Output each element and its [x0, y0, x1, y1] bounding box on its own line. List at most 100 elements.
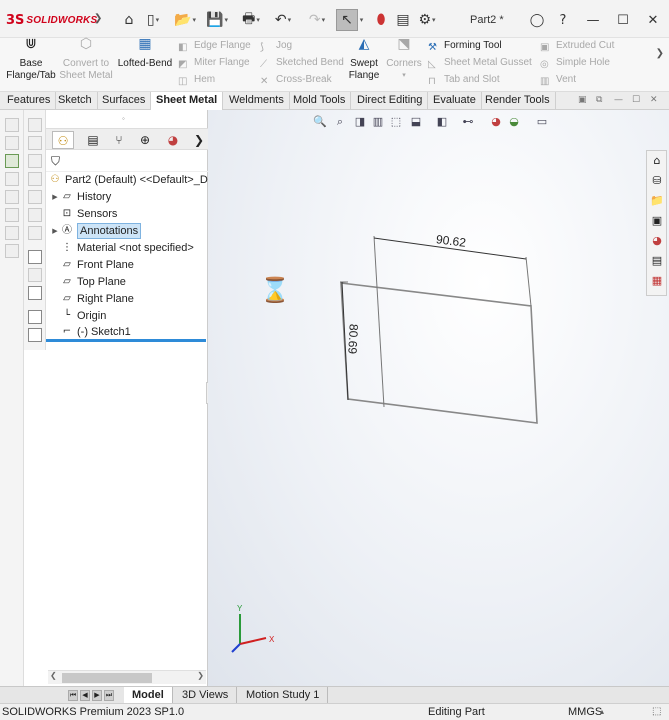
strip-tool-icon[interactable] [28, 118, 42, 132]
tab-sheet-metal[interactable]: Sheet Metal [150, 92, 224, 110]
units-dropdown-icon[interactable]: ▴ [600, 704, 604, 720]
display-manager-tab-icon[interactable]: ◕ [162, 131, 184, 149]
tab-render-tools[interactable]: Render Tools [480, 92, 556, 110]
strip-tool-icon[interactable] [5, 226, 19, 240]
solidworks-resources-icon[interactable]: ⌂ [649, 153, 665, 169]
minimize-window-icon[interactable]: — [582, 9, 604, 31]
strip-tool-icon[interactable] [5, 208, 19, 222]
extruded-cut-button[interactable]: ▣ Extruded Cut [540, 38, 614, 54]
strip-tool-icon[interactable] [5, 118, 19, 132]
tree-item-sensors[interactable]: ⊡ Sensors [50, 206, 118, 222]
ribbon-scroll-right-icon[interactable]: ❯ [656, 48, 664, 59]
redo-icon[interactable]: ↷ ▾ [306, 9, 328, 31]
scroll-right-icon[interactable]: ❯ [197, 671, 204, 680]
tree-horizontal-scrollbar[interactable]: ❮ ❯ [48, 670, 206, 684]
scroll-left-icon[interactable]: ❮ [50, 671, 57, 680]
cascade-windows-icon[interactable]: ⧉ [596, 95, 602, 105]
tab-3d-views[interactable]: 3D Views [174, 687, 238, 704]
first-tab-icon[interactable]: ⏮ [68, 690, 78, 701]
new-document-icon[interactable]: ▯ ▾ [142, 9, 164, 31]
tab-direct-editing[interactable]: Direct Editing [352, 92, 429, 110]
tree-item-history[interactable]: ▶ ▱ History [50, 189, 111, 205]
print-icon[interactable]: 🖶 ▾ [240, 9, 262, 31]
dimxpert-manager-tab-icon[interactable]: ⊕ [134, 131, 156, 149]
strip-tool-icon[interactable] [28, 172, 42, 186]
file-properties-icon[interactable]: ▤ [392, 9, 414, 31]
custom-properties-icon[interactable]: ▤ [649, 253, 665, 269]
tree-item-sketch1[interactable]: ⌐ (-) Sketch1 [50, 324, 131, 340]
strip-tool-icon[interactable] [28, 208, 42, 222]
tree-item-annotations[interactable]: ▶ Ⓐ Annotations [50, 223, 142, 239]
doc-close-icon[interactable]: ✕ [650, 95, 658, 105]
feature-manager-tab-icon[interactable]: ⚇ [52, 131, 74, 149]
tree-item-origin[interactable]: └ Origin [50, 308, 106, 324]
tree-item-front-plane[interactable]: ▱ Front Plane [50, 257, 134, 273]
strip-tool-icon[interactable] [28, 226, 42, 240]
file-explorer-icon[interactable]: 📁 [649, 193, 665, 209]
strip-tool-icon[interactable] [28, 250, 42, 264]
options-gear-icon[interactable]: ⚙ ▾ [416, 9, 438, 31]
tab-model[interactable]: Model [124, 687, 173, 704]
miter-flange-button[interactable]: ◩ Miter Flange [178, 55, 250, 71]
tile-windows-icon[interactable]: ▣ [578, 95, 587, 105]
strip-tool-icon[interactable] [5, 172, 19, 186]
forming-tool-button[interactable]: ⚒ Forming Tool [428, 38, 502, 54]
open-folder-icon[interactable]: 📂 ▾ [174, 9, 196, 31]
sketch-rectangle[interactable] [340, 282, 538, 424]
solidworks-logo[interactable]: 3S SOLIDWORKS [6, 11, 97, 29]
strip-tool-icon[interactable] [5, 244, 19, 258]
graphics-area[interactable]: 🔍 ⌕ ◨ ▥ ⬚ ⬓ ◧ ⊷ ◕ ◒ ▭ 90.62 80.69 ⌛ Y X [208, 110, 669, 686]
tab-and-slot-button[interactable]: ⊓ Tab and Slot [428, 72, 500, 88]
rollback-bar[interactable] [46, 339, 206, 342]
view-palette-icon[interactable]: ▣ [649, 213, 665, 229]
strip-tool-icon[interactable] [28, 136, 42, 150]
strip-tool-icon[interactable] [28, 286, 42, 300]
help-icon[interactable]: ? [552, 9, 574, 31]
jog-button[interactable]: ⟆ Jog [260, 38, 292, 54]
configuration-manager-tab-icon[interactable]: ⑂ [108, 131, 130, 149]
strip-tool-icon[interactable] [28, 328, 42, 342]
tab-surfaces[interactable]: Surfaces [97, 92, 152, 110]
traffic-light-icon[interactable]: ⬮ [370, 9, 392, 31]
save-icon[interactable]: 💾 ▾ [206, 9, 228, 31]
vent-button[interactable]: ▥ Vent [540, 72, 576, 88]
vertical-dimension-value[interactable]: 80.69 [345, 324, 361, 355]
tree-item-material[interactable]: ⋮ Material <not specified> [50, 240, 194, 256]
expand-arrow-icon[interactable]: ▶ [50, 223, 60, 239]
close-window-icon[interactable]: ✕ [642, 9, 664, 31]
simple-hole-button[interactable]: ◎ Simple Hole [540, 55, 610, 71]
appearances-icon[interactable]: ◕ [649, 233, 665, 249]
status-units[interactable]: MMGS [568, 704, 602, 720]
tab-weldments[interactable]: Weldments [224, 92, 290, 110]
tree-item-right-plane[interactable]: ▱ Right Plane [50, 291, 134, 307]
account-icon[interactable]: ◯ [526, 9, 548, 31]
panel-more-icon[interactable]: ❯ [188, 131, 210, 149]
convert-to-sheet-metal-button[interactable]: ⬡ Convert to Sheet Metal [58, 37, 114, 82]
status-customize-icon[interactable]: ⬚ [652, 704, 661, 720]
cross-break-button[interactable]: ✕ Cross-Break [260, 72, 332, 88]
tab-features[interactable]: Features [2, 92, 57, 110]
sketched-bend-button[interactable]: ⟋ Sketched Bend [260, 55, 344, 71]
panel-splitter-handle-icon[interactable]: ◦ [122, 114, 125, 123]
design-library-icon[interactable]: ⛁ [649, 173, 665, 189]
maximize-window-icon[interactable]: ☐ [612, 9, 634, 31]
doc-restore-icon[interactable]: ☐ [632, 95, 640, 105]
edge-flange-button[interactable]: ◧ Edge Flange [178, 38, 251, 54]
property-manager-tab-icon[interactable]: ▤ [82, 131, 104, 149]
swept-flange-button[interactable]: ◭ Swept Flange [344, 37, 384, 82]
strip-tool-icon[interactable] [5, 136, 19, 150]
solidworks-forum-icon[interactable]: ▦ [649, 273, 665, 289]
strip-tool-icon[interactable] [5, 190, 19, 204]
scrollbar-thumb[interactable] [62, 673, 152, 683]
expand-arrow-icon[interactable]: ▶ [50, 189, 60, 205]
corners-button[interactable]: ⬔ Corners ▾ [386, 37, 422, 82]
next-tab-icon[interactable]: ▶ [92, 690, 102, 701]
tree-root-part[interactable]: ⚇ Part2 (Default) <<Default>_Di [48, 172, 211, 188]
select-dropdown-icon[interactable]: ▾ [356, 9, 366, 31]
strip-tool-icon[interactable] [28, 154, 42, 168]
base-flange-button[interactable]: ⋓ Base Flange/Tab [6, 37, 56, 82]
strip-tool-icon[interactable] [5, 154, 19, 168]
select-arrow-icon[interactable]: ↖ [336, 9, 358, 31]
strip-tool-icon[interactable] [28, 310, 42, 324]
previous-tab-icon[interactable]: ◀ [80, 690, 90, 701]
